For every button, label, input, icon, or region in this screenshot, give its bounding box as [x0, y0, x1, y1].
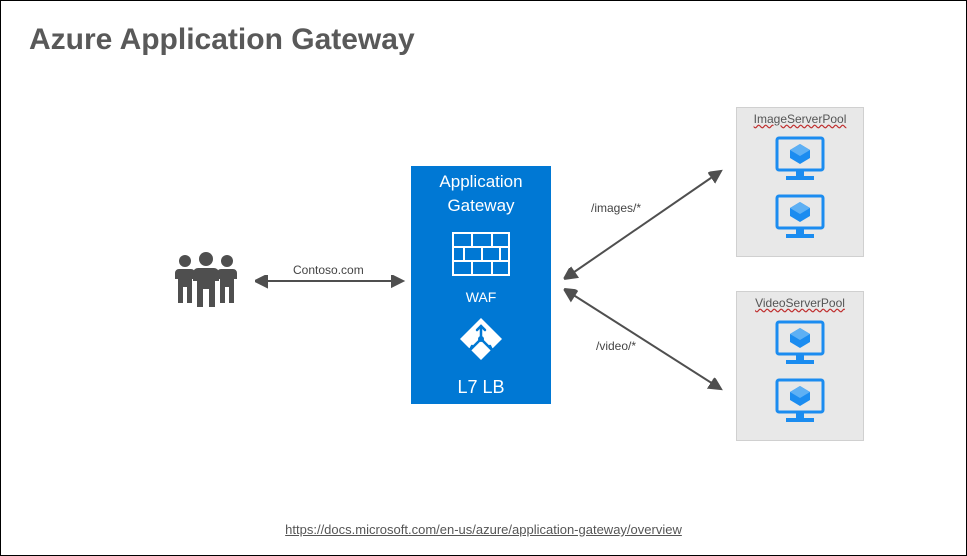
pool-title-images: ImageServerPool: [754, 112, 847, 126]
pool-title-video: VideoServerPool: [755, 296, 845, 310]
label-client-host: Contoso.com: [293, 263, 364, 277]
footer-doc-link[interactable]: https://docs.microsoft.com/en-us/azure/a…: [1, 522, 966, 537]
image-server-pool: ImageServerPool: [736, 107, 864, 257]
arrow-gateway-videopool: [556, 281, 731, 401]
vm-icon: [772, 318, 828, 368]
label-route-video: /video/*: [596, 339, 636, 353]
gateway-title-line2: Gateway: [439, 196, 522, 216]
label-route-images: /images/*: [591, 201, 641, 215]
arrow-gateway-imagepool: [556, 161, 731, 291]
load-balancer-icon: [458, 316, 504, 362]
gateway-title-line1: Application: [439, 172, 522, 192]
firewall-icon: [452, 232, 510, 276]
users-icon: [171, 251, 241, 307]
vm-icon: [772, 192, 828, 242]
page-title: Azure Application Gateway: [29, 23, 415, 57]
video-server-pool: VideoServerPool: [736, 291, 864, 441]
vm-icon: [772, 134, 828, 184]
architecture-diagram: Contoso.com Application Gateway WAF: [1, 101, 967, 481]
gateway-lb-label: L7 LB: [457, 377, 504, 398]
vm-icon: [772, 376, 828, 426]
application-gateway-box: Application Gateway WAF: [411, 166, 551, 404]
gateway-waf-label: WAF: [466, 289, 497, 305]
